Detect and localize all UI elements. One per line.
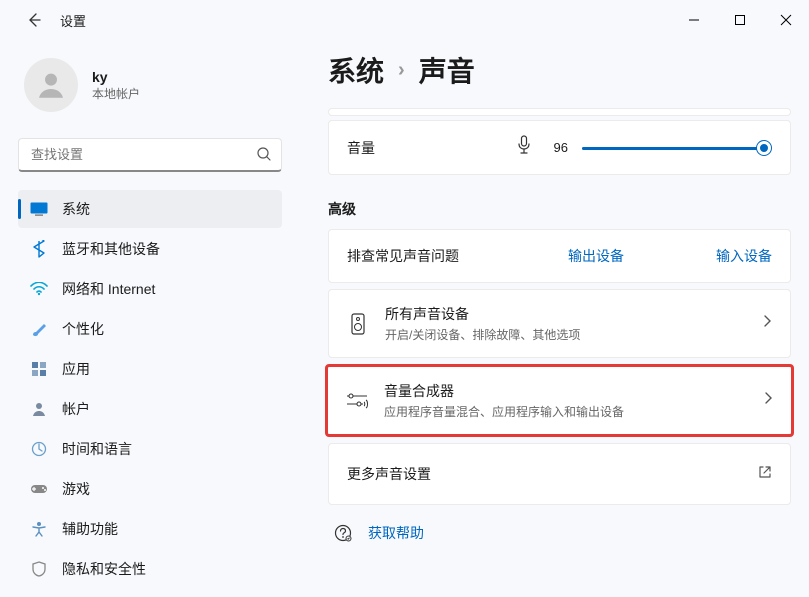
row-title: 所有声音设备 [385,304,580,324]
more-sound-settings-card[interactable]: 更多声音设置 [328,443,791,505]
nav-label: 蓝牙和其他设备 [62,239,160,259]
clock-globe-icon [30,440,48,458]
nav-apps[interactable]: 应用 [18,350,282,388]
chevron-right-icon: › [398,59,405,82]
minimize-button[interactable] [671,4,717,36]
sidebar: ky 本地帐户 系统 蓝牙和其他设备 网络和 Internet [0,40,300,597]
nav-network[interactable]: 网络和 Internet [18,270,282,308]
nav-label: 游戏 [62,479,90,499]
main-content: 系统 › 声音 音量 96 高级 排 [300,40,809,597]
volume-label: 音量 [347,138,387,158]
nav-label: 应用 [62,359,90,379]
search-wrap [18,138,282,172]
nav-bluetooth[interactable]: 蓝牙和其他设备 [18,230,282,268]
help-icon [332,524,354,542]
chevron-right-icon [763,391,773,410]
troubleshoot-card: 排查常见声音问题 输出设备 输入设备 [328,229,791,283]
volume-mixer-card[interactable]: 音量合成器 应用程序音量混合、应用程序输入和输出设备 [328,367,791,434]
external-link-icon [758,465,772,484]
system-icon [30,200,48,218]
nav-label: 辅助功能 [62,519,118,539]
volume-row: 音量 96 [329,121,790,174]
section-advanced: 高级 [328,199,791,219]
volume-slider[interactable] [582,139,772,157]
search-input[interactable] [18,138,282,172]
nav-label: 帐户 [62,399,90,419]
close-button[interactable] [763,4,809,36]
nav-label: 个性化 [62,319,104,339]
row-title: 音量合成器 [384,381,624,401]
troubleshoot-label: 排查常见声音问题 [347,246,459,266]
nav-gaming[interactable]: 游戏 [18,470,282,508]
user-name: ky [92,69,140,85]
nav-privacy[interactable]: 隐私和安全性 [18,550,282,588]
nav-time-language[interactable]: 时间和语言 [18,430,282,468]
user-account: 本地帐户 [92,85,140,102]
volume-card: 音量 96 [328,120,791,175]
avatar [24,58,78,112]
nav-label: 隐私和安全性 [62,559,146,579]
input-devices-link[interactable]: 输入设备 [716,246,772,266]
mixer-icon [346,392,368,410]
wifi-icon [30,280,48,298]
row-subtitle: 开启/关闭设备、排除故障、其他选项 [385,326,580,343]
volume-value: 96 [546,140,568,155]
output-devices-link[interactable]: 输出设备 [568,246,624,266]
speaker-icon [347,313,369,335]
breadcrumb-current: 声音 [419,50,475,90]
person-icon [30,400,48,418]
row-subtitle: 应用程序音量混合、应用程序输入和输出设备 [384,403,624,420]
volume-card [328,108,791,116]
window-controls [671,4,809,36]
apps-icon [30,360,48,378]
nav-personalization[interactable]: 个性化 [18,310,282,348]
title-bar: 设置 [0,0,809,40]
all-sound-devices-card[interactable]: 所有声音设备 开启/关闭设备、排除故障、其他选项 [328,289,791,358]
gamepad-icon [30,480,48,498]
breadcrumb-root[interactable]: 系统 [328,50,384,90]
nav-accessibility[interactable]: 辅助功能 [18,510,282,548]
window-title: 设置 [60,11,86,30]
accessibility-icon [30,520,48,538]
nav-list: 系统 蓝牙和其他设备 网络和 Internet 个性化 应用 帐户 [18,190,282,588]
user-block[interactable]: ky 本地帐户 [18,40,282,138]
breadcrumb: 系统 › 声音 [328,50,791,90]
get-help-row: 获取帮助 [328,511,791,543]
chevron-right-icon [762,314,772,333]
row-title: 更多声音设置 [347,464,431,484]
nav-label: 时间和语言 [62,439,132,459]
bluetooth-icon [30,240,48,258]
highlighted-mixer: 音量合成器 应用程序音量混合、应用程序输入和输出设备 [325,364,794,437]
nav-accounts[interactable]: 帐户 [18,390,282,428]
nav-label: 系统 [62,199,90,219]
shield-icon [30,560,48,578]
back-button[interactable] [18,4,50,36]
brush-icon [30,320,48,338]
nav-system[interactable]: 系统 [18,190,282,228]
nav-label: 网络和 Internet [62,279,155,299]
microphone-icon[interactable] [516,135,532,160]
search-icon [256,146,272,167]
get-help-link[interactable]: 获取帮助 [368,523,424,543]
maximize-button[interactable] [717,4,763,36]
